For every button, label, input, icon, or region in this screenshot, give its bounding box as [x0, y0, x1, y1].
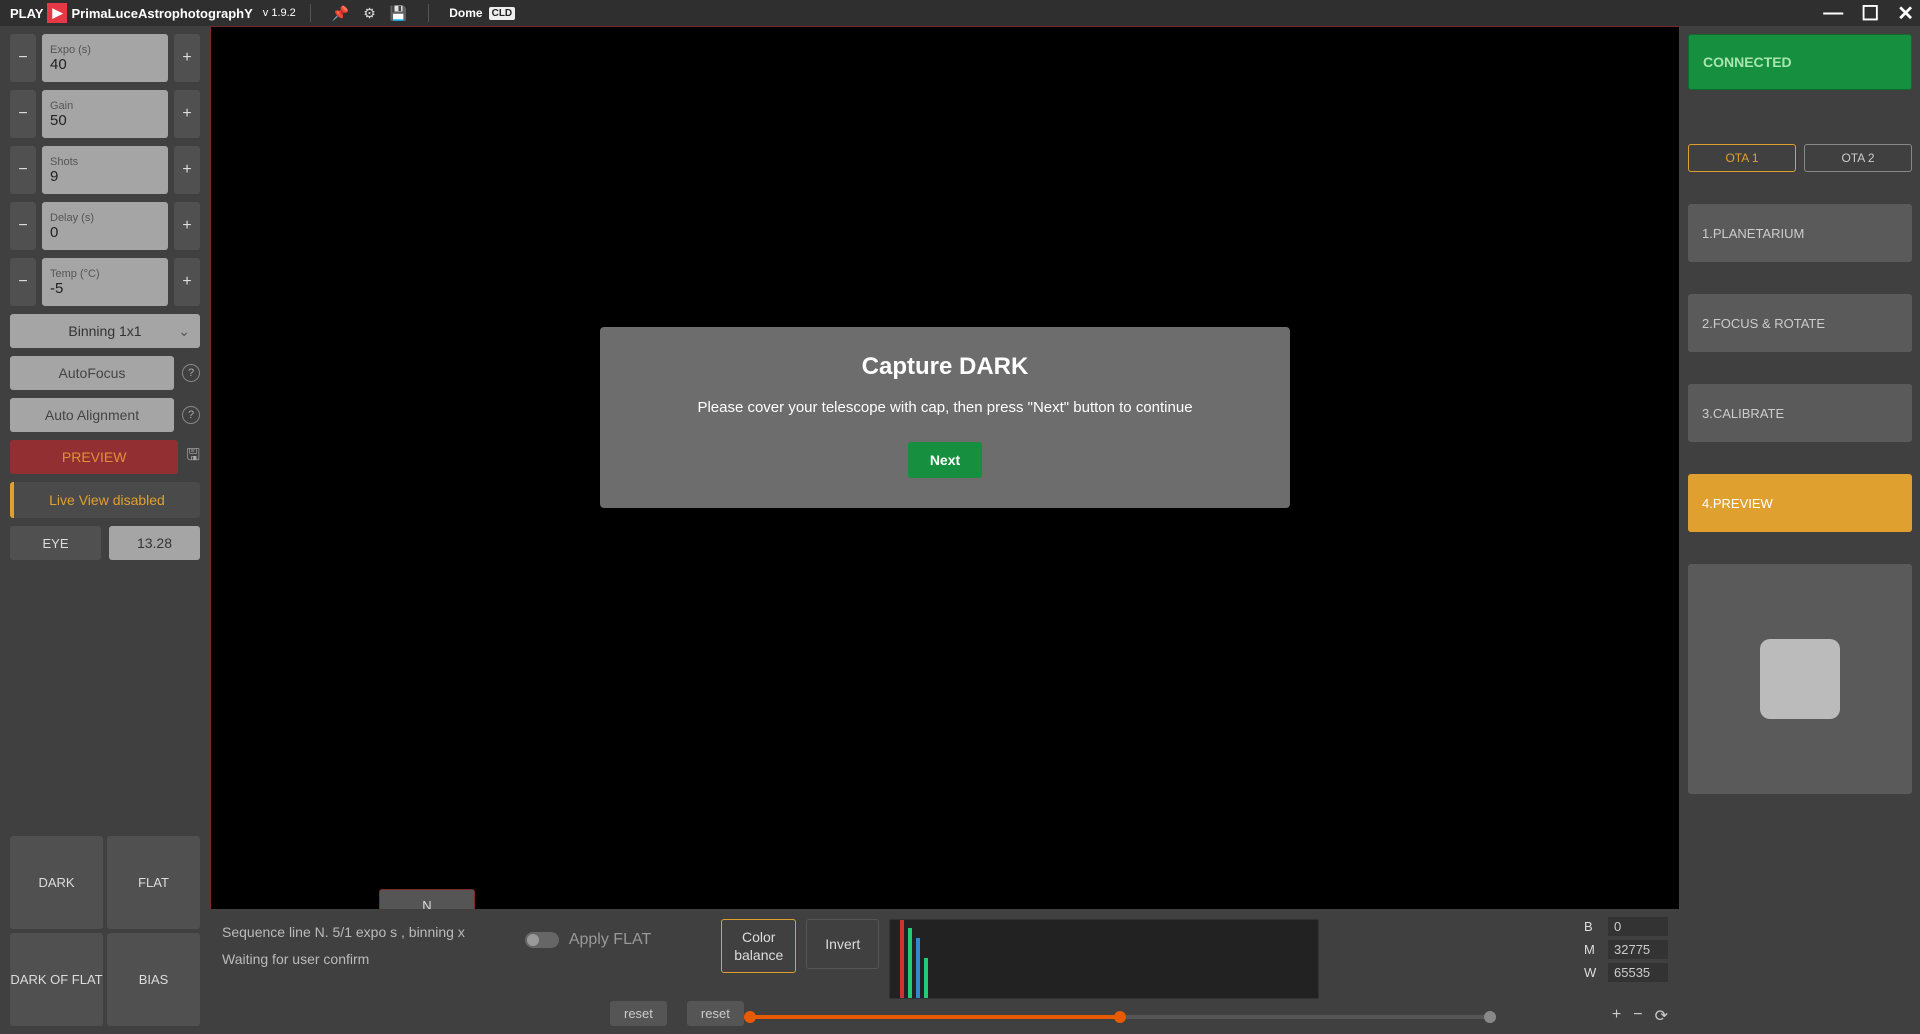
chevron-down-icon: ⌄ [178, 323, 190, 340]
levels-readout: B0 M32775 W65535 [1584, 917, 1668, 986]
thumbnail-box [1688, 564, 1912, 794]
color-balance-button[interactable]: Colorbalance [721, 919, 796, 973]
bias-button[interactable]: BIAS [107, 933, 200, 1026]
separator [428, 4, 429, 22]
liveview-toggle[interactable]: Live View disabled [10, 482, 200, 518]
expo-plus[interactable]: + [174, 34, 200, 82]
gain-stepper: − Gain 50 + [10, 90, 200, 138]
flat-button[interactable]: FLAT [107, 836, 200, 929]
delay-field[interactable]: Delay (s) 0 [42, 202, 168, 250]
expo-stepper: − Expo (s) 40 + [10, 34, 200, 82]
eye-value[interactable]: 13.28 [109, 526, 200, 560]
darkofflat-button[interactable]: DARK OF FLAT [10, 933, 103, 1026]
shots-stepper: − Shots 9 + [10, 146, 200, 194]
ota2-button[interactable]: OTA 2 [1804, 144, 1912, 172]
next-button[interactable]: Next [908, 442, 982, 478]
bottom-bar: Sequence line N. 5/1 expo s , binning x … [210, 909, 1680, 1034]
thumbnail-preview[interactable] [1760, 639, 1840, 719]
gain-minus[interactable]: − [10, 90, 36, 138]
right-panel: CONNECTED OTA 1 OTA 2 1.PLANETARIUM 2.FO… [1680, 26, 1920, 1034]
modal-title: Capture DARK [620, 353, 1270, 381]
shots-plus[interactable]: + [174, 146, 200, 194]
level-m[interactable]: 32775 [1608, 940, 1668, 959]
modal-message: Please cover your telescope with cap, th… [620, 399, 1270, 416]
delay-stepper: − Delay (s) 0 + [10, 202, 200, 250]
temp-minus[interactable]: − [10, 258, 36, 306]
status-text: Sequence line N. 5/1 expo s , binning x … [222, 919, 465, 972]
expo-label: Expo (s) [50, 44, 160, 56]
reset-button-2[interactable]: reset [687, 1001, 744, 1026]
nav-calibrate[interactable]: 3.CALIBRATE [1688, 384, 1912, 442]
temp-stepper: − Temp (°C) -5 + [10, 258, 200, 306]
level-b[interactable]: 0 [1608, 917, 1668, 936]
binning-select[interactable]: Binning 1x1 ⌄ [10, 314, 200, 348]
invert-button[interactable]: Invert [806, 919, 879, 969]
app-logo: ▶ [47, 3, 67, 23]
zoom-minus-icon[interactable]: − [1633, 1006, 1642, 1026]
calibration-grid: DARK FLAT DARK OF FLAT BIAS [10, 836, 200, 1026]
apply-flat-toggle[interactable] [525, 932, 559, 948]
delay-plus[interactable]: + [174, 202, 200, 250]
slider-thumb-right[interactable] [1484, 1011, 1496, 1023]
slider-thumb-mid[interactable] [1114, 1011, 1126, 1023]
minimize-icon[interactable]: — [1823, 2, 1843, 25]
gain-plus[interactable]: + [174, 90, 200, 138]
delay-minus[interactable]: − [10, 202, 36, 250]
play-label: PLAY [10, 6, 43, 21]
help-icon[interactable]: ? [182, 406, 200, 424]
settings-icon[interactable]: ⚙ [363, 5, 376, 22]
version-label: v 1.9.2 [263, 7, 296, 19]
autoalign-button[interactable]: Auto Alignment [10, 398, 174, 432]
nav-planetarium[interactable]: 1.PLANETARIUM [1688, 204, 1912, 262]
slider-thumb-left[interactable] [744, 1011, 756, 1023]
preview-button[interactable]: PREVIEW [10, 440, 178, 474]
reset-button-1[interactable]: reset [610, 1001, 667, 1026]
dome-status-badge[interactable]: CLD [489, 7, 516, 20]
autofocus-button[interactable]: AutoFocus [10, 356, 174, 390]
connection-status[interactable]: CONNECTED [1688, 34, 1912, 90]
level-w[interactable]: 65535 [1608, 963, 1668, 982]
apply-flat-label: Apply FLAT [569, 931, 651, 949]
refresh-icon[interactable]: ⟳ [1655, 1006, 1668, 1026]
shots-field[interactable]: Shots 9 [42, 146, 168, 194]
expo-minus[interactable]: − [10, 34, 36, 82]
pin-icon[interactable]: 📌 [332, 5, 349, 22]
save-icon[interactable]: 💾 [390, 5, 407, 22]
image-preview-area[interactable]: Capture DARK Please cover your telescope… [210, 26, 1680, 1034]
close-icon[interactable]: ✕ [1897, 1, 1914, 26]
topbar: PLAY ▶ PrimaLuceAstrophotographY v 1.9.2… [0, 0, 1920, 26]
ota1-button[interactable]: OTA 1 [1688, 144, 1796, 172]
expo-value: 40 [50, 56, 160, 73]
left-panel: − Expo (s) 40 + − Gain 50 + − Shots 9 + … [0, 26, 210, 1034]
gain-field[interactable]: Gain 50 [42, 90, 168, 138]
eye-label: EYE [10, 526, 101, 560]
capture-dark-modal: Capture DARK Please cover your telescope… [600, 327, 1290, 508]
help-icon[interactable]: ? [182, 364, 200, 382]
zoom-plus-icon[interactable]: + [1612, 1006, 1621, 1026]
expo-field[interactable]: Expo (s) 40 [42, 34, 168, 82]
nav-focus-rotate[interactable]: 2.FOCUS & ROTATE [1688, 294, 1912, 352]
separator [310, 4, 311, 22]
save-preview-icon[interactable]: 🖫 [186, 444, 200, 471]
stretch-slider[interactable] [750, 1014, 1490, 1020]
nav-preview[interactable]: 4.PREVIEW [1688, 474, 1912, 532]
app-name: PrimaLuceAstrophotographY [71, 6, 252, 21]
temp-plus[interactable]: + [174, 258, 200, 306]
shots-minus[interactable]: − [10, 146, 36, 194]
dome-label: Dome [449, 6, 482, 20]
dark-button[interactable]: DARK [10, 836, 103, 929]
histogram [889, 919, 1319, 999]
temp-field[interactable]: Temp (°C) -5 [42, 258, 168, 306]
maximize-icon[interactable]: ☐ [1861, 1, 1879, 26]
